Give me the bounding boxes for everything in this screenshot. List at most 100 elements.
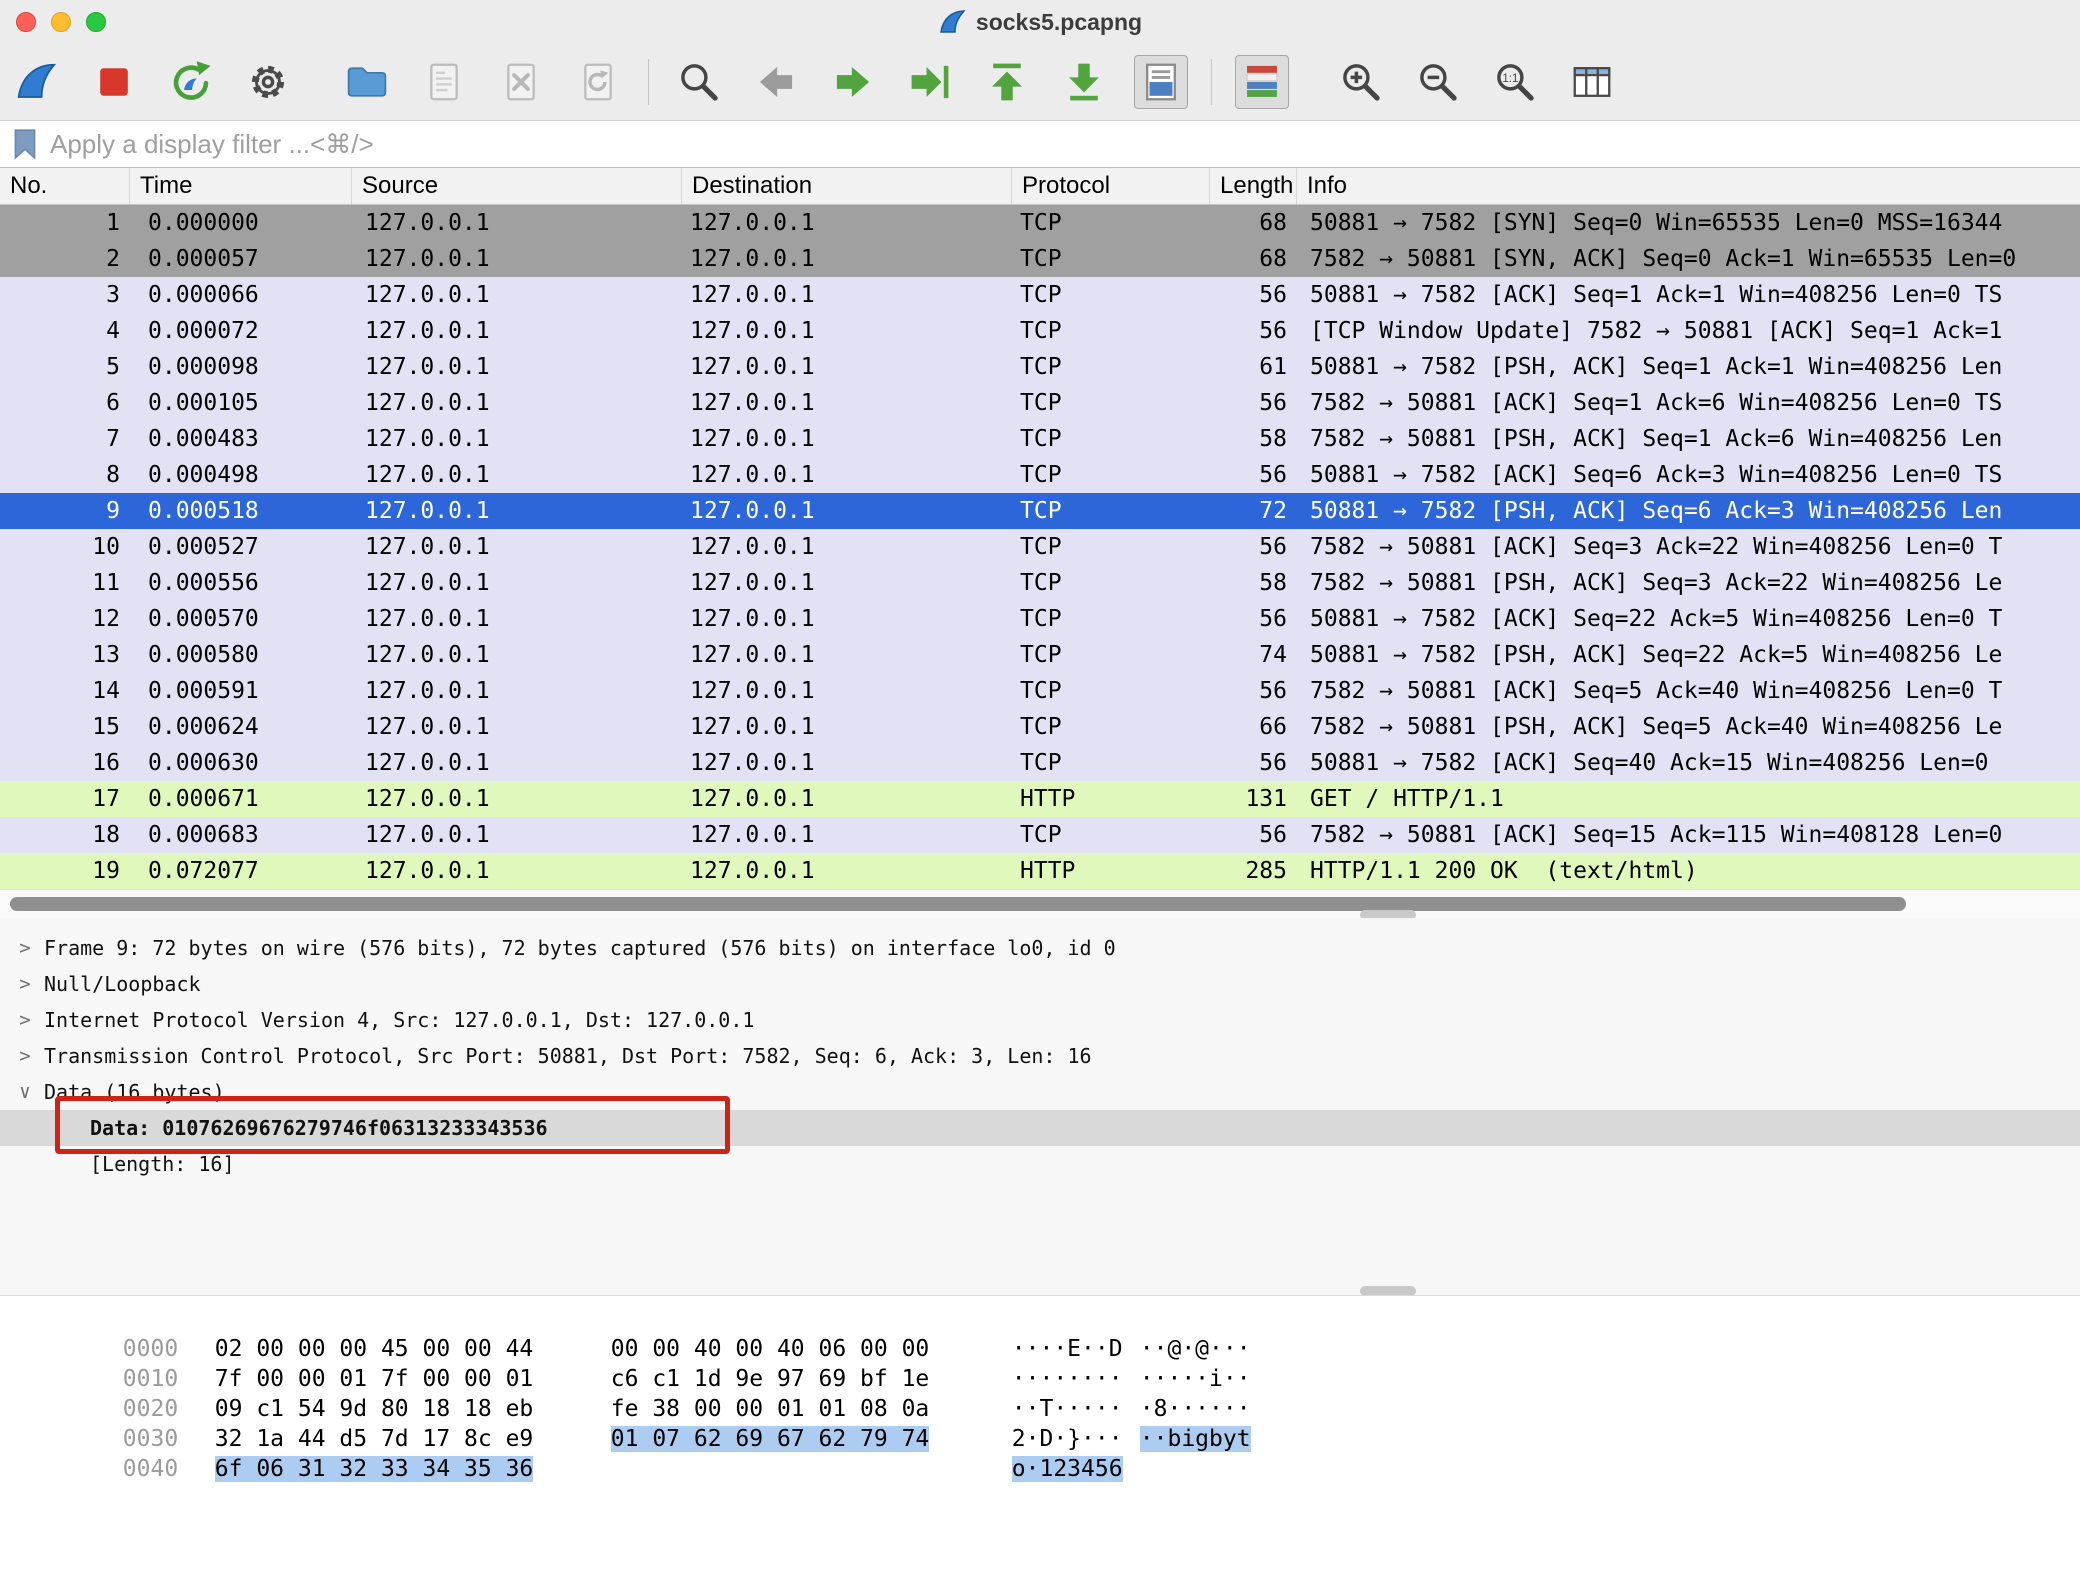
column-header-time[interactable]: Time [130, 168, 352, 204]
bookmark-icon[interactable] [10, 127, 40, 161]
packet-no: 15 [0, 709, 130, 745]
close-file-button[interactable] [494, 55, 548, 109]
reload-file-button[interactable] [571, 55, 625, 109]
expander-icon[interactable] [12, 1110, 38, 1146]
packet-protocol: TCP [1012, 349, 1210, 385]
packet-time: 0.000498 [130, 457, 352, 493]
zoom-out-button[interactable] [1411, 55, 1465, 109]
minimize-window-button[interactable] [51, 12, 71, 32]
column-header-length[interactable]: Length [1210, 168, 1297, 204]
column-header-info[interactable]: Info [1297, 168, 2080, 204]
column-header-destination[interactable]: Destination [682, 168, 1012, 204]
column-header-protocol[interactable]: Protocol [1012, 168, 1210, 204]
display-filter-bar [0, 120, 2080, 168]
packet-protocol: TCP [1012, 529, 1210, 565]
packet-row[interactable]: 1 0.000000 127.0.0.1 127.0.0.1 TCP 68 50… [0, 205, 2080, 241]
packet-time: 0.000072 [130, 313, 352, 349]
packet-row[interactable]: 14 0.000591 127.0.0.1 127.0.0.1 TCP 56 7… [0, 673, 2080, 709]
save-file-button[interactable] [417, 55, 471, 109]
packet-row[interactable]: 4 0.000072 127.0.0.1 127.0.0.1 TCP 56 [T… [0, 313, 2080, 349]
packet-row[interactable]: 13 0.000580 127.0.0.1 127.0.0.1 TCP 74 5… [0, 637, 2080, 673]
save-file-icon [421, 59, 467, 105]
auto-scroll-button[interactable] [1134, 55, 1188, 109]
hex-bytes[interactable]: 02 00 00 00 45 00 00 44 [215, 1336, 534, 1362]
stop-capture-button[interactable] [87, 55, 141, 109]
ascii-text-highlighted[interactable]: o·123456 [1012, 1456, 1123, 1482]
close-window-button[interactable] [16, 12, 36, 32]
go-forward-button[interactable] [826, 55, 880, 109]
packet-row[interactable]: 5 0.000098 127.0.0.1 127.0.0.1 TCP 61 50… [0, 349, 2080, 385]
expander-icon[interactable] [12, 1146, 38, 1182]
hex-bytes[interactable]: 32 1a 44 d5 7d 17 8c e9 [215, 1426, 534, 1452]
ascii-text[interactable]: ··T····· [1012, 1396, 1123, 1422]
packet-protocol: TCP [1012, 313, 1210, 349]
go-to-packet-button[interactable] [903, 55, 957, 109]
hex-bytes[interactable]: 7f 00 00 01 7f 00 00 01 [215, 1366, 534, 1392]
detail-line[interactable]: > Frame 9: 72 bytes on wire (576 bits), … [0, 930, 2080, 966]
ascii-text[interactable]: ··@·@··· [1140, 1336, 1251, 1362]
packet-row[interactable]: 11 0.000556 127.0.0.1 127.0.0.1 TCP 58 7… [0, 565, 2080, 601]
packet-row[interactable]: 16 0.000630 127.0.0.1 127.0.0.1 TCP 56 5… [0, 745, 2080, 781]
packet-protocol: TCP [1012, 205, 1210, 241]
packet-row[interactable]: 3 0.000066 127.0.0.1 127.0.0.1 TCP 56 50… [0, 277, 2080, 313]
ascii-text[interactable]: ····E··D [1012, 1336, 1123, 1362]
hex-bytes-highlighted[interactable]: 01 07 62 69 67 62 79 74 [611, 1426, 930, 1452]
resize-columns-button[interactable] [1565, 55, 1619, 109]
packet-row[interactable]: 17 0.000671 127.0.0.1 127.0.0.1 HTTP 131… [0, 781, 2080, 817]
packet-row[interactable]: 12 0.000570 127.0.0.1 127.0.0.1 TCP 56 5… [0, 601, 2080, 637]
hscrollbar-thumb[interactable] [10, 897, 1906, 911]
colorize-button[interactable] [1235, 55, 1289, 109]
detail-text: Frame 9: 72 bytes on wire (576 bits), 72… [44, 930, 1116, 966]
hex-bytes[interactable]: c6 c1 1d 9e 97 69 bf 1e [611, 1366, 930, 1392]
packet-source: 127.0.0.1 [352, 565, 682, 601]
expander-icon[interactable]: > [12, 1002, 38, 1038]
detail-line[interactable]: > Internet Protocol Version 4, Src: 127.… [0, 1002, 2080, 1038]
hex-bytes[interactable]: fe 38 00 00 01 01 08 0a [611, 1396, 930, 1422]
detail-line[interactable]: > Transmission Control Protocol, Src Por… [0, 1038, 2080, 1074]
detail-line[interactable]: > Null/Loopback [0, 966, 2080, 1002]
expander-icon[interactable]: > [12, 930, 38, 966]
packet-row[interactable]: 7 0.000483 127.0.0.1 127.0.0.1 TCP 58 75… [0, 421, 2080, 457]
ascii-text-highlighted[interactable]: ··bigbyt [1140, 1426, 1251, 1452]
go-first-packet-button[interactable] [980, 55, 1034, 109]
expander-icon[interactable]: > [12, 966, 38, 1002]
ascii-text[interactable]: ·····i·· [1140, 1366, 1251, 1392]
hex-bytes[interactable]: 09 c1 54 9d 80 18 18 eb [215, 1396, 534, 1422]
packet-info: 50881 → 7582 [ACK] Seq=1 Ack=1 Win=40825… [1297, 277, 2080, 313]
packet-destination: 127.0.0.1 [682, 457, 1012, 493]
hex-bytes[interactable]: 00 00 40 00 40 06 00 00 [611, 1336, 930, 1362]
capture-options-button[interactable] [241, 55, 295, 109]
packet-row[interactable]: 19 0.072077 127.0.0.1 127.0.0.1 HTTP 285… [0, 853, 2080, 889]
packet-source: 127.0.0.1 [352, 637, 682, 673]
ascii-text[interactable]: 2·D·}··· [1012, 1426, 1123, 1452]
restart-capture-button[interactable] [164, 55, 218, 109]
hex-bytes-highlighted[interactable]: 6f 06 31 32 33 34 35 36 [215, 1456, 534, 1482]
column-header-no[interactable]: No. [0, 168, 130, 204]
open-file-button[interactable] [340, 55, 394, 109]
expander-icon[interactable]: ∨ [12, 1074, 38, 1110]
go-last-packet-button[interactable] [1057, 55, 1111, 109]
fullscreen-window-button[interactable] [86, 12, 106, 32]
column-header-source[interactable]: Source [352, 168, 682, 204]
packet-source: 127.0.0.1 [352, 385, 682, 421]
ascii-text[interactable]: ·8······ [1140, 1396, 1251, 1422]
packet-row[interactable]: 9 0.000518 127.0.0.1 127.0.0.1 TCP 72 50… [0, 493, 2080, 529]
ascii-text[interactable]: ········ [1012, 1366, 1123, 1392]
display-filter-input[interactable] [50, 129, 2080, 160]
go-back-button[interactable] [749, 55, 803, 109]
zoom-in-button[interactable] [1334, 55, 1388, 109]
start-capture-button[interactable] [10, 55, 64, 109]
toolbar-separator [648, 59, 649, 105]
packet-row[interactable]: 6 0.000105 127.0.0.1 127.0.0.1 TCP 56 75… [0, 385, 2080, 421]
packet-source: 127.0.0.1 [352, 673, 682, 709]
packet-row[interactable]: 8 0.000498 127.0.0.1 127.0.0.1 TCP 56 50… [0, 457, 2080, 493]
packet-row[interactable]: 10 0.000527 127.0.0.1 127.0.0.1 TCP 56 7… [0, 529, 2080, 565]
hex-row[interactable]: 000002 00 00 00 45 00 00 4400 00 40 00 4… [0, 1304, 2080, 1334]
expander-icon[interactable]: > [12, 1038, 38, 1074]
zoom-reset-button[interactable]: 1:1 [1488, 55, 1542, 109]
packet-row[interactable]: 2 0.000057 127.0.0.1 127.0.0.1 TCP 68 75… [0, 241, 2080, 277]
find-packet-button[interactable] [672, 55, 726, 109]
packet-row[interactable]: 15 0.000624 127.0.0.1 127.0.0.1 TCP 66 7… [0, 709, 2080, 745]
packet-list-header: No. Time Source Destination Protocol Len… [0, 168, 2080, 205]
packet-row[interactable]: 18 0.000683 127.0.0.1 127.0.0.1 TCP 56 7… [0, 817, 2080, 853]
